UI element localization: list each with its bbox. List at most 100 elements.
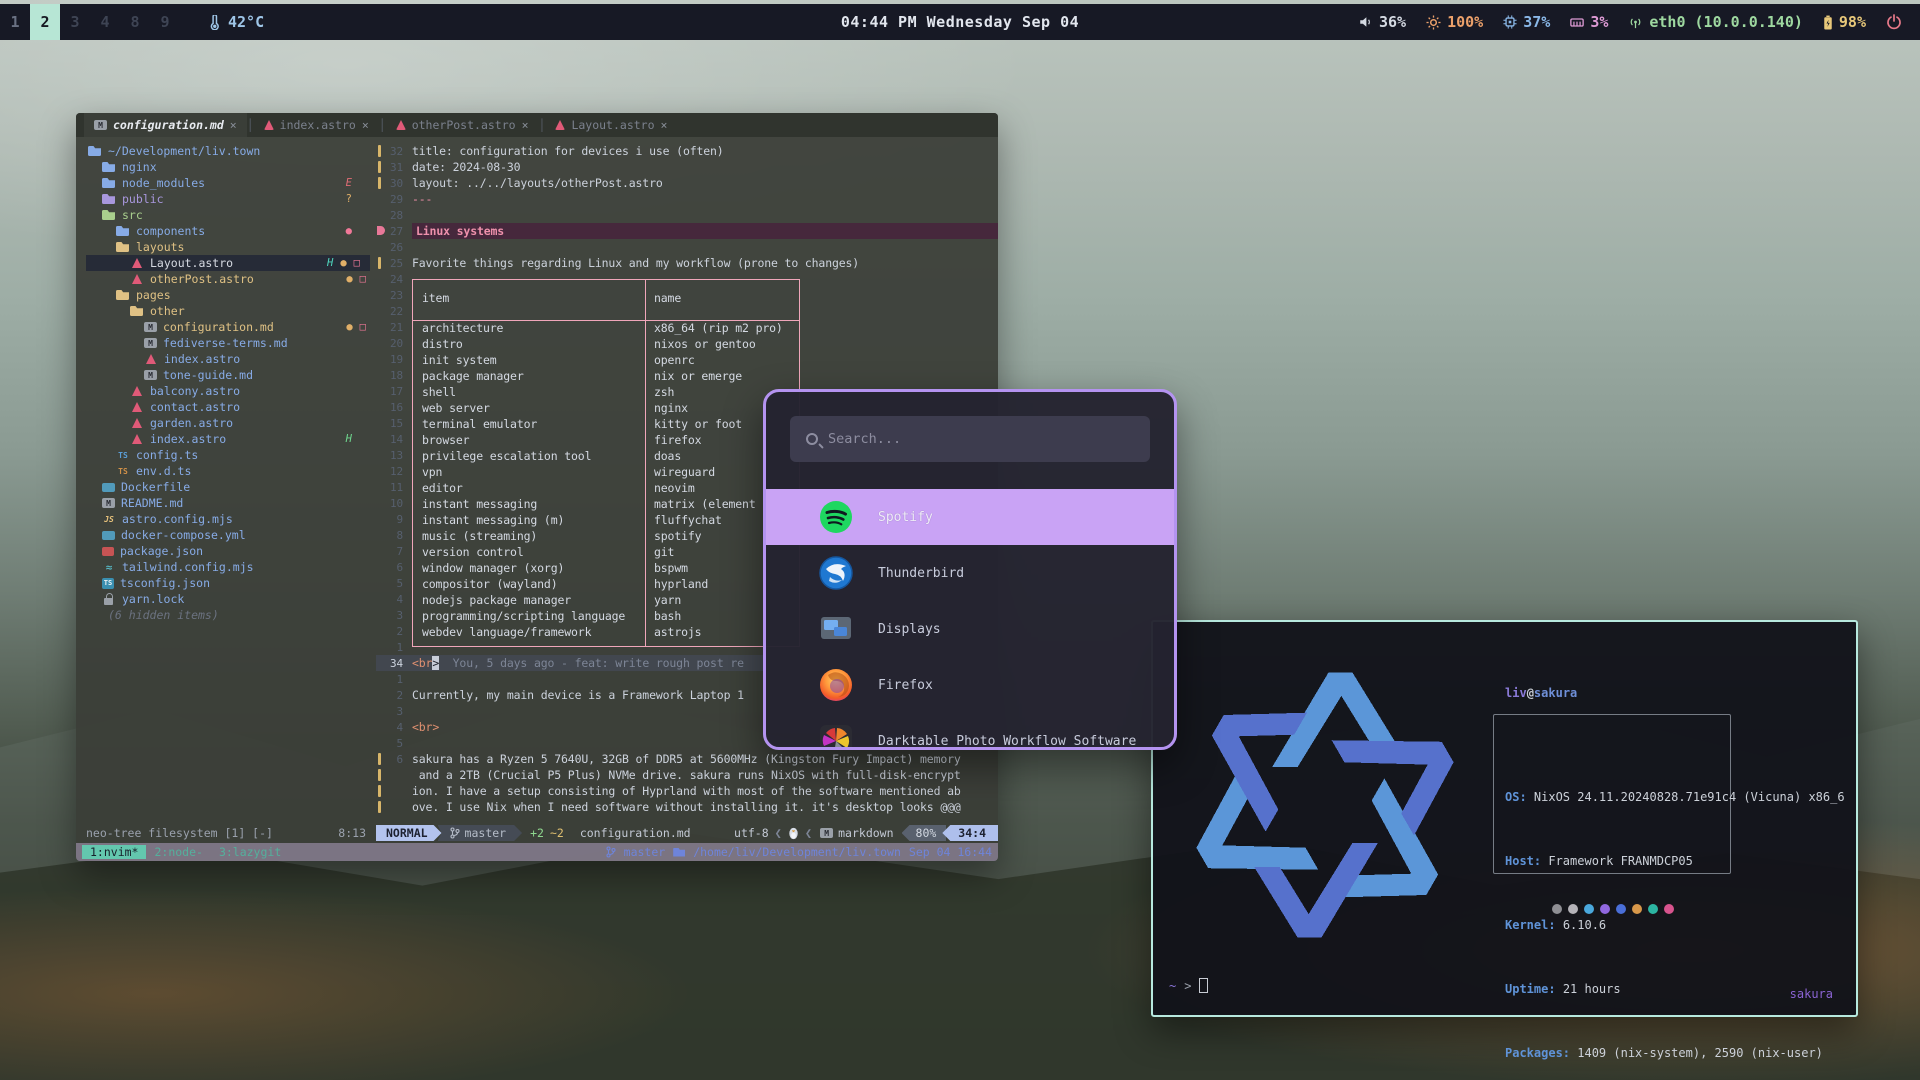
tab-close-icon[interactable]: ×: [230, 118, 237, 132]
tree-item[interactable]: src: [86, 207, 376, 223]
file-type-icon: [130, 401, 144, 413]
workspace-button[interactable]: 9: [150, 4, 180, 40]
file-type-icon: [102, 593, 116, 605]
file-name: public: [122, 192, 164, 206]
tree-item[interactable]: components ●: [86, 223, 376, 239]
gutter-sign: [376, 799, 386, 815]
tree-item[interactable]: docker-compose.yml: [86, 527, 376, 543]
table-row: vpn wireguard: [413, 464, 799, 480]
battery-indicator[interactable]: 98%: [1823, 13, 1866, 31]
tree-item[interactable]: (6 hidden items): [86, 607, 376, 623]
line-number: 25: [386, 257, 412, 270]
workspace-button[interactable]: 2: [30, 4, 60, 40]
search-input[interactable]: Search...: [790, 416, 1150, 462]
gutter-sign: [376, 671, 386, 687]
tab-close-icon[interactable]: ×: [362, 118, 369, 132]
cpu-icon: [1503, 15, 1517, 29]
cpu-indicator[interactable]: 37%: [1503, 13, 1550, 31]
editor-line[interactable]: 6 sakura has a Ryzen 5 7640U, 32GB of DD…: [376, 751, 998, 767]
editor-line[interactable]: 25 Favorite things regarding Linux and m…: [376, 255, 998, 271]
tree-item[interactable]: node_modules E: [86, 175, 376, 191]
line-text: title: configuration for devices i use (…: [412, 144, 724, 158]
temperature-widget: 42°C: [208, 13, 264, 31]
editor-line[interactable]: ion. I have a setup consisting of Hyprla…: [376, 783, 998, 799]
tree-item[interactable]: Dockerfile: [86, 479, 376, 495]
tree-item[interactable]: yarn.lock: [86, 591, 376, 607]
tree-item[interactable]: balcony.astro: [86, 383, 376, 399]
power-button[interactable]: [1886, 14, 1902, 30]
brightness-indicator[interactable]: 100%: [1426, 13, 1483, 31]
git-blame-text: You, 5 days ago - feat: write rough post…: [439, 656, 744, 670]
tree-item[interactable]: Layout.astro H ● □: [86, 255, 370, 271]
tree-item[interactable]: public ?: [86, 191, 376, 207]
top-status-bar: 1 2 3 4 8 9 42°C 04:44 PM Wednesday Sep …: [0, 4, 1920, 40]
tab-close-icon[interactable]: ×: [522, 118, 529, 132]
editor-line[interactable]: 30 layout: ../../layouts/otherPost.astro: [376, 175, 998, 191]
tree-item[interactable]: ~/Development/liv.town: [86, 143, 376, 159]
editor-line[interactable]: 27 Linux systems: [376, 223, 998, 239]
volume-indicator[interactable]: 36%: [1358, 13, 1406, 31]
editor-line[interactable]: ove. I use Nix when I need software with…: [376, 799, 998, 815]
tree-item[interactable]: M fediverse-terms.md: [86, 335, 376, 351]
spotify-icon: [818, 499, 854, 535]
tree-item[interactable]: otherPost.astro ● □: [86, 271, 376, 287]
markdown-file-icon: M: [820, 828, 833, 838]
editor-line[interactable]: 26: [376, 239, 998, 255]
file-type-icon: [130, 257, 144, 269]
editor-line[interactable]: 32 title: configuration for devices i us…: [376, 143, 998, 159]
tree-item[interactable]: garden.astro: [86, 415, 376, 431]
launcher-entry-displays[interactable]: Displays: [766, 601, 1174, 657]
shell-prompt[interactable]: ~ >: [1169, 978, 1208, 993]
file-type-icon: [88, 145, 102, 157]
workspace-button[interactable]: 1: [0, 4, 30, 40]
tmux-window-node[interactable]: 2:node-: [146, 845, 210, 859]
tree-item[interactable]: M configuration.md ● □: [86, 319, 376, 335]
line-number: 28: [386, 209, 412, 222]
tree-item[interactable]: index.astro: [86, 351, 376, 367]
workspace-button[interactable]: 4: [90, 4, 120, 40]
tree-item[interactable]: TS config.ts: [86, 447, 376, 463]
tree-item[interactable]: contact.astro: [86, 399, 376, 415]
tree-item[interactable]: nginx: [86, 159, 376, 175]
launcher-entry-thunderbird[interactable]: Thunderbird: [766, 545, 1174, 601]
fetch-title: liv@sakura: [1505, 686, 1577, 700]
editor-line[interactable]: 28: [376, 207, 998, 223]
tree-item[interactable]: layouts: [86, 239, 376, 255]
network-indicator[interactable]: eth0 (10.0.0.140): [1628, 13, 1803, 31]
tree-item[interactable]: ≈ tailwind.config.mjs: [86, 559, 376, 575]
launcher-entry-spotify[interactable]: Spotify: [766, 489, 1174, 545]
memory-indicator[interactable]: 3%: [1570, 13, 1608, 31]
launcher-entry-firefox[interactable]: Firefox: [766, 657, 1174, 713]
editor-line[interactable]: 29 ---: [376, 191, 998, 207]
tree-item[interactable]: TS env.d.ts: [86, 463, 376, 479]
launcher-entry-darktable[interactable]: Darktable Photo Workflow Software: [766, 713, 1174, 750]
tmux-window-nvim[interactable]: 1:nvim*: [82, 845, 146, 859]
tree-item[interactable]: pages: [86, 287, 376, 303]
file-type-icon: [144, 353, 158, 365]
tab-index-astro[interactable]: index.astro ×: [254, 113, 379, 137]
tab-separator: │: [539, 118, 546, 132]
gutter-sign: [376, 783, 386, 799]
file-name: components: [136, 224, 205, 238]
tab-layout-astro[interactable]: Layout.astro ×: [545, 113, 677, 137]
tree-item[interactable]: package.json: [86, 543, 376, 559]
editor-line[interactable]: 31 date: 2024-08-30: [376, 159, 998, 175]
tab-otherpost-astro[interactable]: otherPost.astro ×: [386, 113, 539, 137]
tab-configuration-md[interactable]: M configuration.md ×: [84, 113, 247, 137]
editor-line[interactable]: and a 2TB (Crucial P5 Plus) NVMe drive. …: [376, 767, 998, 783]
tree-item[interactable]: JS astro.config.mjs: [86, 511, 376, 527]
tree-item[interactable]: TS tsconfig.json: [86, 575, 376, 591]
tree-item[interactable]: index.astro H: [86, 431, 376, 447]
tab-close-icon[interactable]: ×: [661, 118, 668, 132]
workspace-button[interactable]: 3: [60, 4, 90, 40]
workspace-button[interactable]: 8: [120, 4, 150, 40]
file-type-icon: [130, 385, 144, 397]
tree-item[interactable]: other: [86, 303, 376, 319]
tmux-window-lazygit[interactable]: 3:lazygit: [211, 845, 289, 859]
table-rows: architecture x86_64 (rip m2 pro) distro …: [413, 320, 799, 640]
tree-item[interactable]: M README.md: [86, 495, 376, 511]
line-number: 6: [386, 753, 412, 766]
file-type-icon: [102, 483, 115, 492]
file-name: Dockerfile: [121, 480, 190, 494]
tree-item[interactable]: M tone-guide.md: [86, 367, 376, 383]
